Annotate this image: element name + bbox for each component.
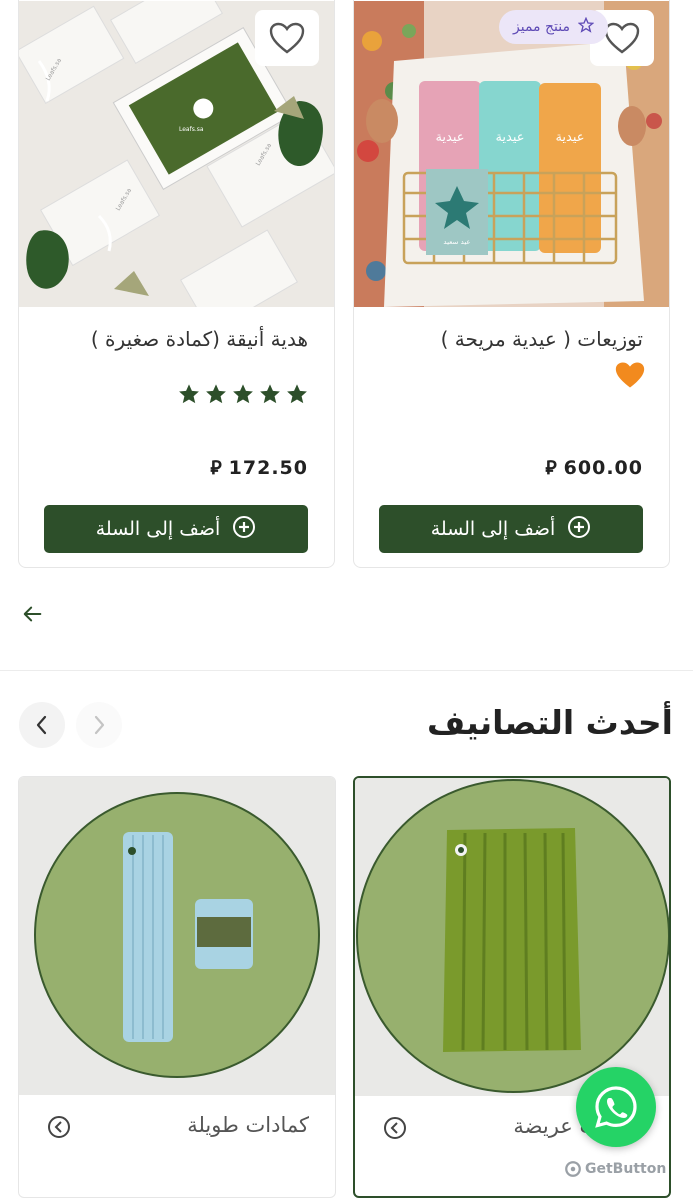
category-image: [355, 778, 669, 1096]
orange-heart-emoji: [615, 361, 645, 393]
heart-icon: [604, 22, 640, 54]
see-more-arrow[interactable]: [22, 603, 44, 629]
carousel-prev-button[interactable]: [19, 702, 65, 748]
plus-circle-icon: [567, 515, 591, 544]
product-price: ⃁ 600.00: [545, 456, 643, 480]
envelope-text-3: عيدية: [555, 130, 584, 145]
price-value: 600.00: [563, 457, 643, 479]
envelope-text-1: عيدية: [435, 130, 464, 145]
card-text: عيد سعيد: [443, 238, 470, 246]
product-title[interactable]: توزيعات ( عيدية مريحة ): [441, 327, 643, 351]
section-divider: [0, 670, 693, 671]
pack-logo-text: Leafs.sa: [179, 126, 204, 133]
category-card[interactable]: كمادات طويلة: [18, 776, 336, 1198]
carousel-next-button[interactable]: [76, 702, 122, 748]
chevron-left-icon: [36, 715, 47, 735]
product-price: ⃁ 172.50: [210, 456, 308, 480]
favorite-button[interactable]: [255, 10, 319, 66]
getbutton-logo-icon: [565, 1161, 581, 1177]
star-icon: [233, 384, 253, 404]
heart-icon: [269, 22, 305, 54]
add-to-cart-button[interactable]: أضف إلى السلة: [44, 505, 308, 553]
currency-symbol: ⃁: [210, 457, 223, 479]
section-title: أحدث التصانيف: [426, 703, 673, 742]
add-to-cart-button[interactable]: أضف إلى السلة: [379, 505, 643, 553]
getbutton-credit[interactable]: GetButton: [564, 1160, 666, 1178]
category-image: [19, 777, 335, 1095]
envelope-text-2: عيدية: [495, 130, 524, 145]
featured-badge: منتج مميز: [499, 10, 608, 44]
arrow-left-icon: [23, 606, 42, 622]
add-to-cart-label: أضف إلى السلة: [430, 518, 556, 540]
product-card[interactable]: عيدية عيدية عيدية عيد سعيد منتج مميز توز…: [353, 0, 670, 568]
category-photo: [356, 779, 669, 1093]
category-photo: [34, 792, 320, 1078]
product-title[interactable]: هدية أنيقة (كمادة صغيرة ): [91, 327, 308, 351]
price-value: 172.50: [228, 457, 308, 479]
product-card[interactable]: Leafs.sa Leafs.sa Leafs.sa Leafs.sa هدية…: [18, 0, 335, 568]
rating-stars: [178, 383, 308, 405]
whatsapp-icon: [595, 1086, 637, 1128]
featured-label: منتج مميز: [513, 19, 570, 35]
getbutton-label: GetButton: [585, 1161, 667, 1177]
chevron-right-icon: [94, 715, 105, 735]
star-icon: [179, 384, 199, 404]
chevron-circle-left-icon: [47, 1115, 71, 1143]
whatsapp-button[interactable]: [576, 1067, 656, 1147]
plus-circle-icon: [232, 515, 256, 544]
add-to-cart-label: أضف إلى السلة: [95, 518, 221, 540]
star-outline-icon: [577, 16, 595, 37]
star-icon: [206, 384, 226, 404]
chevron-circle-left-icon: [383, 1116, 407, 1144]
category-name: كمادات طويلة: [187, 1113, 309, 1137]
star-icon: [260, 384, 280, 404]
star-icon: [287, 384, 307, 404]
currency-symbol: ⃁: [545, 457, 558, 479]
